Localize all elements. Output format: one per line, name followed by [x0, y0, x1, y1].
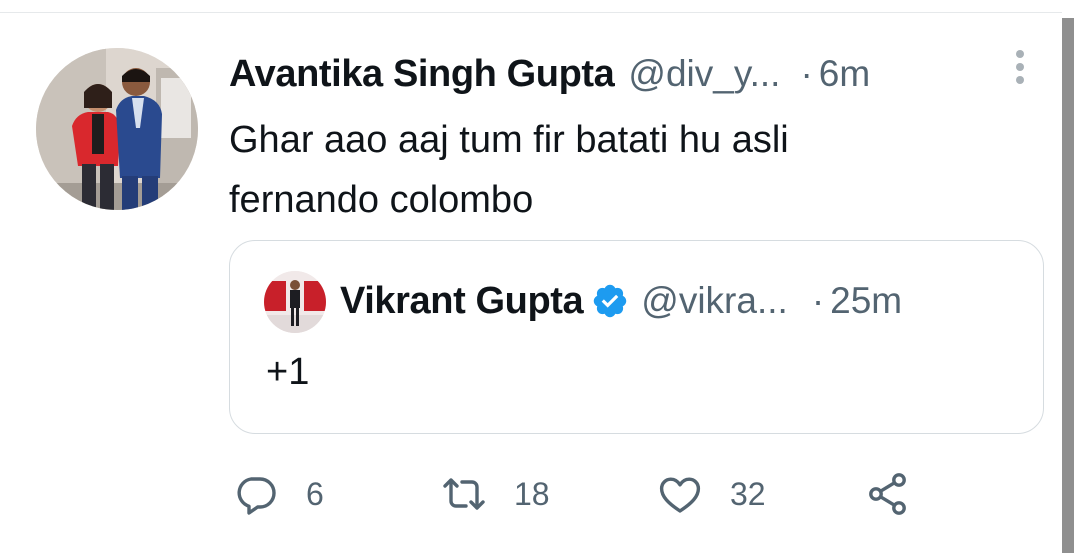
share-button[interactable]	[864, 468, 912, 520]
scrollbar[interactable]	[1062, 18, 1074, 553]
tweet-timestamp[interactable]: 6m	[819, 53, 870, 95]
tweet-text-line: Ghar aao aaj tum fir batati hu asli	[229, 119, 789, 161]
tweet-actions: 6 18 32	[232, 468, 932, 520]
quoted-tweet-text: +1	[266, 351, 310, 393]
like-icon	[659, 477, 701, 513]
separator-dot: ·	[800, 53, 813, 94]
quoted-avatar-photo	[264, 271, 326, 333]
display-name[interactable]: Avantika Singh Gupta	[229, 53, 615, 96]
separator-dot: ·	[811, 280, 825, 321]
tweet[interactable]: Avantika Singh Gupta @div_y... · 6m Ghar…	[0, 0, 1060, 553]
reply-icon	[237, 477, 276, 515]
user-handle[interactable]: @div_y...	[628, 53, 780, 95]
tweet-text-line: fernando colombo	[229, 179, 534, 221]
quoted-header: Vikrant Gupta @vikra... · 25m	[340, 279, 1019, 323]
retweet-button[interactable]: 18	[440, 468, 550, 520]
quoted-tweet[interactable]: Vikrant Gupta @vikra... · 25m +1	[229, 240, 1044, 434]
quoted-avatar[interactable]	[264, 271, 326, 333]
share-icon	[869, 473, 906, 515]
more-options-icon[interactable]	[1013, 50, 1027, 90]
reply-button[interactable]: 6	[232, 468, 324, 520]
like-button[interactable]: 32	[656, 468, 766, 520]
retweet-count: 18	[514, 475, 550, 512]
avatar-photo	[36, 48, 198, 210]
verified-badge-icon	[594, 284, 627, 318]
like-count: 32	[730, 475, 766, 512]
quoted-user-handle[interactable]: @vikra...	[641, 280, 788, 322]
retweet-icon	[443, 478, 485, 510]
quoted-display-name[interactable]: Vikrant Gupta	[340, 280, 584, 323]
tweet-text: Ghar aao aaj tum fir batati hu asli fern…	[229, 110, 949, 230]
avatar[interactable]	[36, 48, 198, 210]
tweet-header: Avantika Singh Gupta @div_y... · 6m	[229, 52, 1020, 96]
reply-count: 6	[306, 475, 324, 512]
quoted-timestamp[interactable]: 25m	[830, 280, 902, 322]
